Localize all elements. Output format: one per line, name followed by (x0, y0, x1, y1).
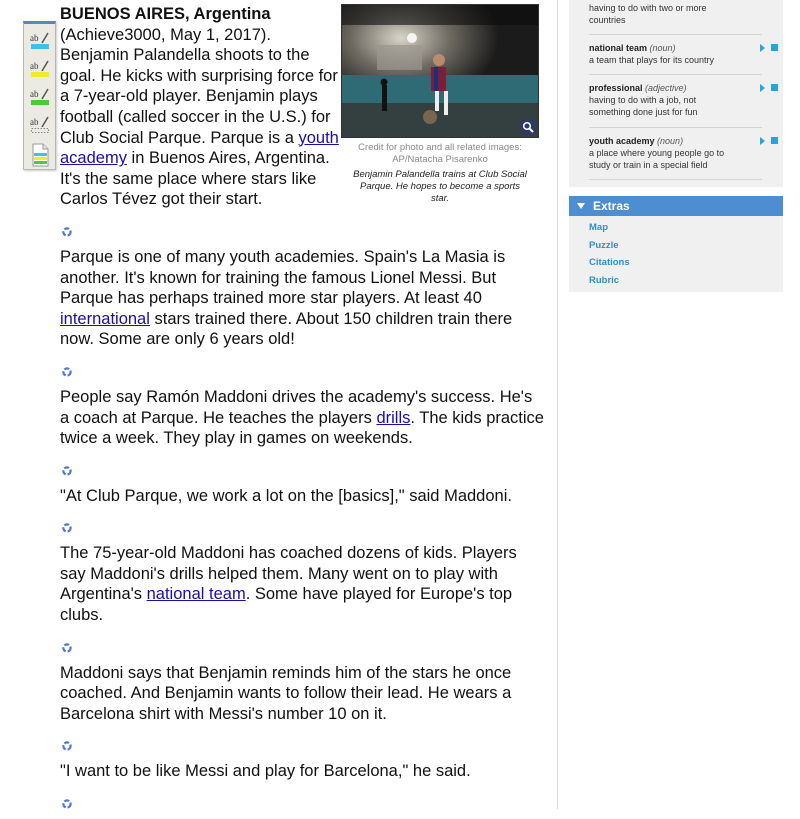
highlight-blue-button[interactable]: ab (29, 31, 51, 53)
vocab-definition: a place where young people go to study o… (589, 148, 725, 170)
vocab-link-drills[interactable]: drills (376, 409, 410, 427)
extras-link-rubric[interactable]: Rubric (589, 272, 783, 290)
refresh-icon (62, 799, 72, 809)
divider (589, 179, 762, 180)
vocab-pos: (adjective) (645, 83, 687, 93)
vocab-definition: a team that plays for its country (589, 55, 715, 65)
extras-link-citations[interactable]: Citations (589, 254, 783, 272)
paragraph-marker-icon[interactable] (61, 737, 73, 752)
paragraph-text: Maddoni says that Benjamin reminds him o… (60, 663, 512, 723)
vocab-link-national-team[interactable]: national team (147, 585, 246, 603)
article-body: BUENOS AIRES, Argentina (Achieve3000, Ma… (60, 4, 545, 819)
divider (589, 127, 762, 128)
refresh-icon (62, 642, 72, 653)
refresh-icon (62, 367, 72, 377)
extras-panel: Extras Map Puzzle Citations Rubric (569, 196, 783, 292)
svg-text:ab: ab (30, 33, 39, 43)
paragraph: The 75-year-old Maddoni has coached doze… (60, 543, 545, 625)
divider (589, 74, 762, 75)
highlight-toolbar: ab ab ab ab (23, 21, 56, 170)
play-icon[interactable] (760, 137, 765, 145)
highlighter-blue-icon: ab (30, 32, 49, 49)
extras-title: Extras (593, 199, 630, 213)
vocab-partial-definition: having to do with two or more countries (589, 3, 707, 25)
highlight-erase-button[interactable]: ab (29, 115, 51, 137)
paragraph: Parque is one of many youth academies. S… (60, 247, 545, 350)
notes-icon (32, 143, 48, 167)
audio-controls (760, 43, 780, 53)
extras-links: Map Puzzle Citations Rubric (569, 216, 783, 289)
vocab-link-international[interactable]: international (60, 310, 150, 328)
refresh-icon (62, 227, 72, 237)
vocabulary-panel: having to do with two or more countries … (569, 0, 783, 187)
audio-controls (760, 83, 780, 93)
paragraph-marker-icon[interactable] (61, 639, 73, 653)
vocab-pos: (noun) (657, 136, 684, 146)
refresh-icon (62, 465, 72, 476)
refresh-icon (62, 523, 72, 533)
extras-link-puzzle[interactable]: Puzzle (589, 237, 783, 255)
highlighter-green-icon: ab (30, 88, 49, 105)
play-icon[interactable] (760, 84, 765, 92)
collapse-triangle-icon (577, 203, 585, 209)
svg-text:ab: ab (30, 61, 39, 71)
notes-button[interactable] (29, 143, 51, 167)
paragraph-marker-icon[interactable] (61, 363, 73, 377)
paragraph-marker-icon[interactable] (61, 462, 73, 476)
vocab-term: youth academy (589, 136, 655, 146)
highlight-green-button[interactable]: ab (29, 87, 51, 109)
highlight-yellow-button[interactable]: ab (29, 59, 51, 81)
paragraph: "I want to be like Messi and play for Ba… (60, 761, 545, 782)
highlighter-yellow-icon: ab (30, 60, 49, 77)
paragraph: "At Club Parque, we work a lot on the [b… (60, 486, 545, 507)
paragraph-text: "At Club Parque, we work a lot on the [b… (60, 486, 512, 505)
svg-text:ab: ab (30, 117, 39, 127)
paragraph: People say Ramón Maddoni drives the acad… (60, 387, 545, 449)
lead-text: (Achieve3000, May 1, 2017). Benjamin Pal… (60, 25, 338, 147)
paragraph-marker-icon[interactable] (61, 519, 73, 533)
play-icon[interactable] (760, 44, 765, 52)
dateline: BUENOS AIRES, Argentina (60, 5, 271, 23)
paragraph: Maddoni says that Benjamin reminds him o… (60, 663, 545, 725)
paragraph-marker-icon[interactable] (61, 795, 73, 809)
divider (589, 34, 762, 35)
paragraph-text: "I want to be like Messi and play for Ba… (60, 762, 471, 781)
lead-paragraph: BUENOS AIRES, Argentina (Achieve3000, Ma… (60, 4, 340, 210)
stop-icon[interactable] (771, 44, 778, 51)
vocab-pos: (noun) (649, 43, 676, 53)
vocab-entry: youth academy (noun) a place where young… (589, 135, 778, 171)
highlighter-erase-icon: ab (30, 116, 49, 133)
vocab-entry: professional (adjective) having to do wi… (589, 82, 778, 118)
extras-header[interactable]: Extras (569, 196, 783, 216)
extras-link-map[interactable]: Map (589, 219, 783, 237)
paragraph-marker-icon[interactable] (61, 223, 73, 237)
paragraph-text: Parque is one of many youth academies. S… (60, 247, 506, 308)
vocab-definition: having to do with a job, not something d… (589, 95, 698, 117)
stop-icon[interactable] (771, 137, 778, 144)
audio-controls (760, 136, 780, 146)
svg-text:ab: ab (30, 89, 39, 99)
stop-icon[interactable] (771, 84, 778, 91)
vocab-entry: national team (noun) a team that plays f… (589, 42, 778, 66)
refresh-icon (62, 741, 72, 752)
vocab-term: professional (589, 83, 643, 93)
vocab-term: national team (589, 43, 648, 53)
